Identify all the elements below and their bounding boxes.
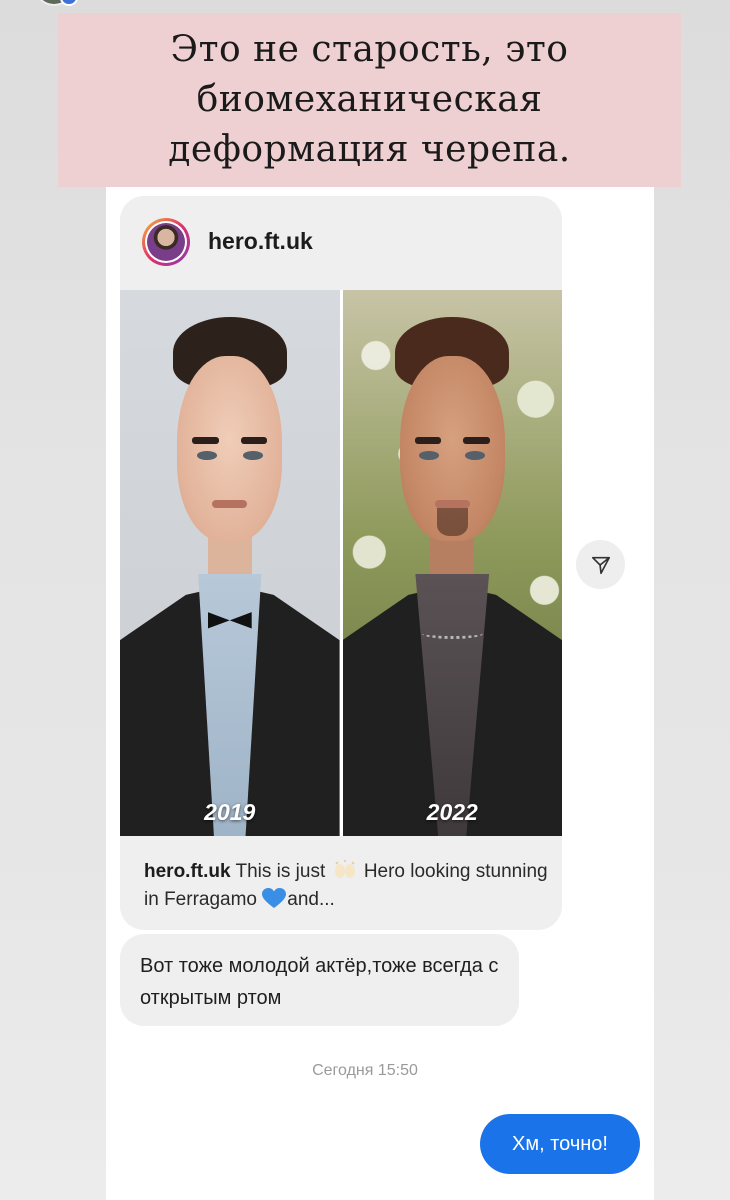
post-username[interactable]: hero.ft.uk: [208, 228, 313, 255]
story-caption-banner: Это не старость, это биомеханическая деф…: [58, 13, 681, 187]
year-label: 2019: [204, 799, 256, 825]
year-label: 2022: [426, 799, 478, 825]
person-figure: [342, 290, 562, 836]
received-message[interactable]: Вот тоже молодой актёр,тоже всегда с отк…: [120, 934, 519, 1026]
post-image[interactable]: 2019 2022: [120, 290, 562, 836]
sent-message[interactable]: Хм, точно!: [480, 1114, 640, 1174]
share-button[interactable]: [576, 540, 625, 589]
sent-message-text: Хм, точно!: [512, 1132, 608, 1155]
photo-2022: 2022: [342, 290, 562, 836]
post-author-avatar[interactable]: [142, 218, 190, 266]
caption-text-end: and...: [287, 889, 335, 910]
post-header[interactable]: hero.ft.uk: [120, 196, 562, 290]
story-badge-icon: [60, 0, 78, 6]
person-figure: [120, 290, 340, 836]
avatar-photo: [147, 223, 185, 261]
message-timestamp: Сегодня 15:50: [312, 1062, 418, 1079]
shared-post-card[interactable]: hero.ft.uk 2019 2022 hero.ft.uk This is …: [120, 196, 562, 930]
beard: [436, 508, 468, 536]
send-icon: [591, 556, 610, 574]
face: [177, 355, 283, 542]
post-caption[interactable]: hero.ft.uk This is just Hero looking stu…: [144, 858, 548, 914]
story-caption-text: Это не старость, это биомеханическая деф…: [168, 29, 571, 170]
raising-hands-icon: [334, 860, 355, 878]
blue-heart-icon: [262, 888, 287, 908]
caption-text-start: This is just: [235, 861, 326, 882]
photo-2019: 2019: [120, 290, 340, 836]
caption-username: hero.ft.uk: [144, 861, 231, 882]
received-message-text: Вот тоже молодой актёр,тоже всегда с отк…: [140, 955, 499, 1009]
